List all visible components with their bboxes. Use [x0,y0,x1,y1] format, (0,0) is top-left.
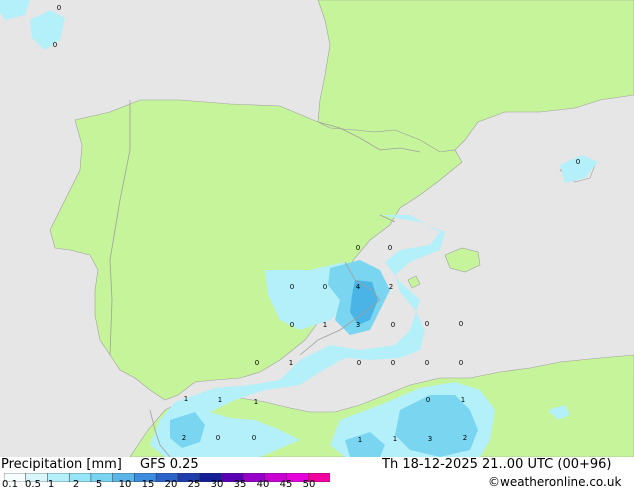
scale-label: 2 [72,479,80,490]
legend-title: Precipitation [mm] [1,457,122,472]
precip-value-label: 1 [461,396,465,404]
precip-value-label: 1 [323,321,327,329]
scale-label: 5 [95,479,103,490]
precip-value-label: 0 [323,283,327,291]
precip-value-label: 0 [290,283,294,291]
precip-value-label: 0 [53,41,57,49]
precip-value-label: 1 [184,395,188,403]
precip-value-label: 1 [393,435,397,443]
precip-value-label: 0 [459,320,463,328]
precip-value-label: 0 [357,359,361,367]
precip-value-label: 1 [254,398,258,406]
precip-value-label: 3 [356,321,360,329]
scale-label: 30 [210,479,224,490]
precipitation-map: 0 0 0 0 0 4 2 0 1 3 0 0 0 0 1 0 0 0 0 1 … [0,0,634,457]
scale-label: 45 [279,479,293,490]
scale-label: 1 [47,479,55,490]
precip-value-label: 0 [391,359,395,367]
precip-value-label: 1 [218,396,222,404]
precip-value-label: 0 [426,396,430,404]
scale-label: 20 [164,479,178,490]
precip-value-label: 0 [290,321,294,329]
precip-value-label: 0 [57,4,61,12]
precip-value-label: 1 [289,359,293,367]
scale-label: 50 [302,479,316,490]
precip-value-label: 1 [358,436,362,444]
precip-value-label: 2 [463,434,467,442]
precip-value-label: 4 [356,283,361,291]
precip-value-label: 0 [459,359,463,367]
scale-label: 40 [256,479,270,490]
precip-value-label: 0 [391,321,395,329]
precip-value-label: 3 [428,435,432,443]
precip-value-label: 0 [388,244,392,252]
model-name: GFS 0.25 [140,457,199,472]
forecast-datetime: Th 18-12-2025 21..00 UTC (00+96) [382,457,612,472]
scale-label: 15 [141,479,155,490]
credit-text: ©weatheronline.co.uk [488,475,622,489]
scale-label: 0.1 [2,479,18,490]
scale-label: 0.5 [25,479,41,490]
precip-value-label: 0 [255,359,259,367]
precip-value-label: 0 [252,434,256,442]
legend-footer: Precipitation [mm] GFS 0.25 Th 18-12-202… [0,457,634,490]
scale-label: 25 [187,479,201,490]
precip-value-label: 2 [182,434,186,442]
precip-value-label: 0 [356,244,360,252]
precip-value-label: 0 [216,434,220,442]
scale-label: 10 [118,479,132,490]
precip-value-label: 0 [425,320,429,328]
scale-label: 35 [233,479,247,490]
precip-value-label: 0 [425,359,429,367]
precip-value-label: 0 [576,158,580,166]
precip-value-label: 2 [389,283,393,291]
